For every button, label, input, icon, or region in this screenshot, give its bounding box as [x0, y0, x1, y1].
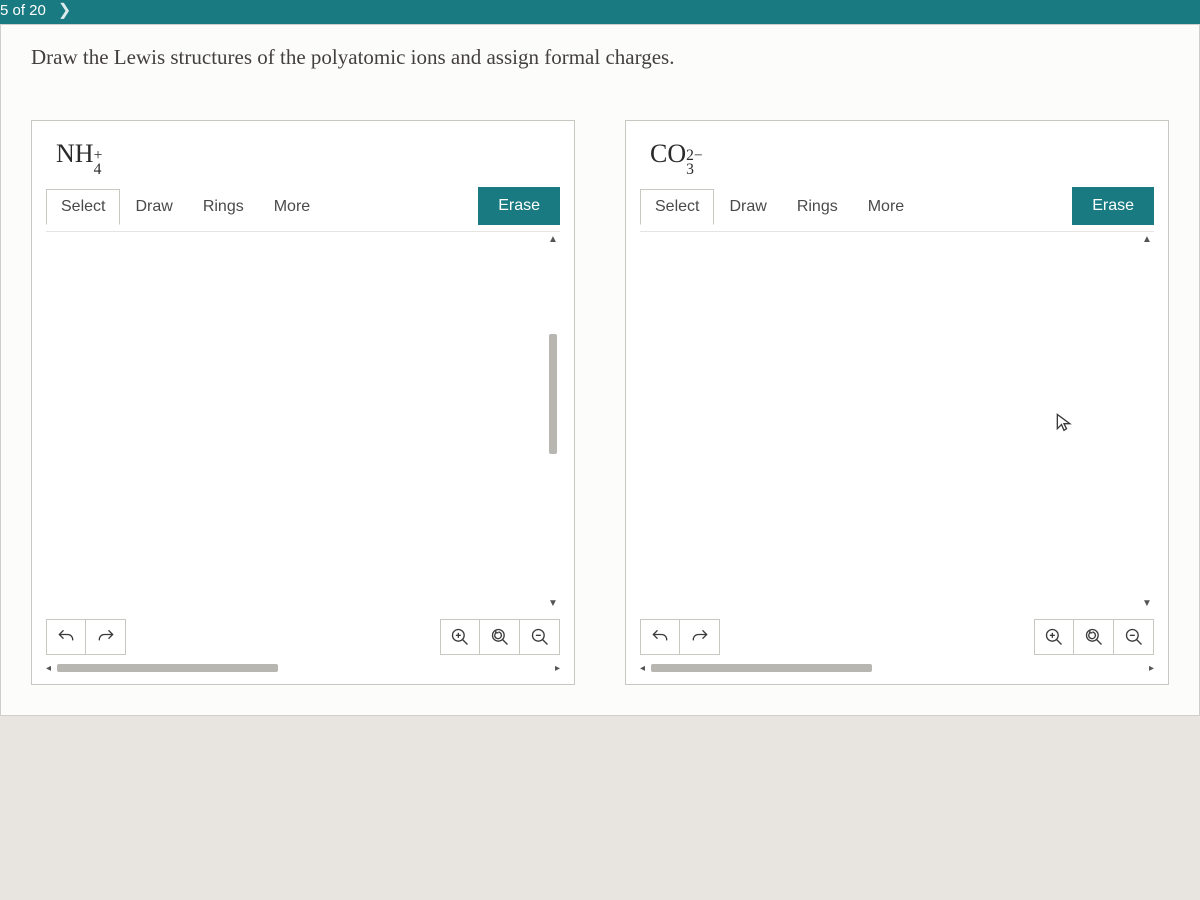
scroll-right-icon[interactable]: ▸ [555, 663, 560, 674]
formula-base: CO [650, 139, 686, 168]
undo-button[interactable] [46, 619, 86, 655]
scroll-track[interactable] [549, 247, 557, 596]
drawing-canvas[interactable]: ▲ ▼ [46, 231, 560, 611]
scroll-up-icon[interactable]: ▲ [1142, 232, 1152, 247]
h-scroll-track[interactable] [651, 664, 1143, 672]
question-counter: 5 of 20 [0, 2, 46, 19]
zoom-in-button[interactable] [440, 619, 480, 655]
formula-base: NH [56, 139, 94, 168]
h-scroll-thumb[interactable] [651, 664, 872, 672]
tab-select[interactable]: Select [640, 189, 714, 225]
formula-supsub: 2−3 [686, 149, 703, 177]
redo-button[interactable] [680, 619, 720, 655]
scroll-thumb[interactable] [549, 334, 557, 454]
zoom-reset-icon [1084, 627, 1104, 647]
drawing-canvas[interactable]: ▲ ▼ [640, 231, 1154, 611]
zoom-in-button[interactable] [1034, 619, 1074, 655]
drawing-panel-co3: CO2−3 Select Draw Rings More Erase ▲ ▼ [625, 120, 1169, 685]
redo-icon [96, 627, 116, 647]
zoom-out-button[interactable] [520, 619, 560, 655]
erase-button[interactable]: Erase [478, 187, 560, 225]
cursor-icon [1054, 412, 1074, 437]
zoom-reset-button[interactable] [480, 619, 520, 655]
formula-supsub: +4 [94, 149, 103, 177]
scroll-track[interactable] [1143, 247, 1151, 596]
undo-redo-group [640, 619, 720, 655]
vertical-scrollbar[interactable]: ▲ ▼ [546, 232, 560, 611]
zoom-reset-icon [490, 627, 510, 647]
redo-icon [690, 627, 710, 647]
tab-more[interactable]: More [853, 189, 919, 224]
question-nav: 5 of 20 ❯ [0, 0, 1200, 24]
undo-redo-group [46, 619, 126, 655]
formula-nh4: NH+4 [32, 121, 574, 187]
scroll-right-icon[interactable]: ▸ [1149, 663, 1154, 674]
drawing-panel-nh4: NH+4 Select Draw Rings More Erase ▲ ▼ [31, 120, 575, 685]
zoom-out-icon [1124, 627, 1144, 647]
zoom-out-button[interactable] [1114, 619, 1154, 655]
horizontal-scrollbar[interactable]: ◂ ▸ [32, 663, 574, 684]
tab-more[interactable]: More [259, 189, 325, 224]
formula-sub: 3 [686, 163, 703, 177]
scroll-down-icon[interactable]: ▼ [1142, 596, 1152, 611]
tab-rings[interactable]: Rings [188, 189, 259, 224]
h-scroll-thumb[interactable] [57, 664, 278, 672]
formula-co3: CO2−3 [626, 121, 1168, 187]
h-scroll-track[interactable] [57, 664, 549, 672]
zoom-group [440, 619, 560, 655]
question-card: Draw the Lewis structures of the polyato… [0, 24, 1200, 716]
scroll-left-icon[interactable]: ◂ [46, 663, 51, 674]
next-question-chevron-icon[interactable]: ❯ [58, 0, 71, 20]
tab-draw[interactable]: Draw [714, 189, 781, 224]
question-prompt: Draw the Lewis structures of the polyato… [31, 45, 1169, 70]
tab-draw[interactable]: Draw [120, 189, 187, 224]
undo-icon [56, 627, 76, 647]
erase-button[interactable]: Erase [1072, 187, 1154, 225]
zoom-in-icon [450, 627, 470, 647]
formula-sub: 4 [94, 163, 103, 177]
canvas-bottom-toolbar [626, 611, 1168, 663]
drawing-toolbar: Select Draw Rings More Erase [626, 187, 1168, 231]
zoom-reset-button[interactable] [1074, 619, 1114, 655]
tab-select[interactable]: Select [46, 189, 120, 225]
tab-rings[interactable]: Rings [782, 189, 853, 224]
zoom-group [1034, 619, 1154, 655]
zoom-in-icon [1044, 627, 1064, 647]
undo-icon [650, 627, 670, 647]
vertical-scrollbar[interactable]: ▲ ▼ [1140, 232, 1154, 611]
drawing-toolbar: Select Draw Rings More Erase [32, 187, 574, 231]
scroll-left-icon[interactable]: ◂ [640, 663, 645, 674]
scroll-down-icon[interactable]: ▼ [548, 596, 558, 611]
undo-button[interactable] [640, 619, 680, 655]
scroll-up-icon[interactable]: ▲ [548, 232, 558, 247]
scroll-thumb[interactable] [1143, 247, 1151, 547]
drawing-panels-row: NH+4 Select Draw Rings More Erase ▲ ▼ [31, 120, 1169, 685]
canvas-bottom-toolbar [32, 611, 574, 663]
horizontal-scrollbar[interactable]: ◂ ▸ [626, 663, 1168, 684]
zoom-out-icon [530, 627, 550, 647]
redo-button[interactable] [86, 619, 126, 655]
